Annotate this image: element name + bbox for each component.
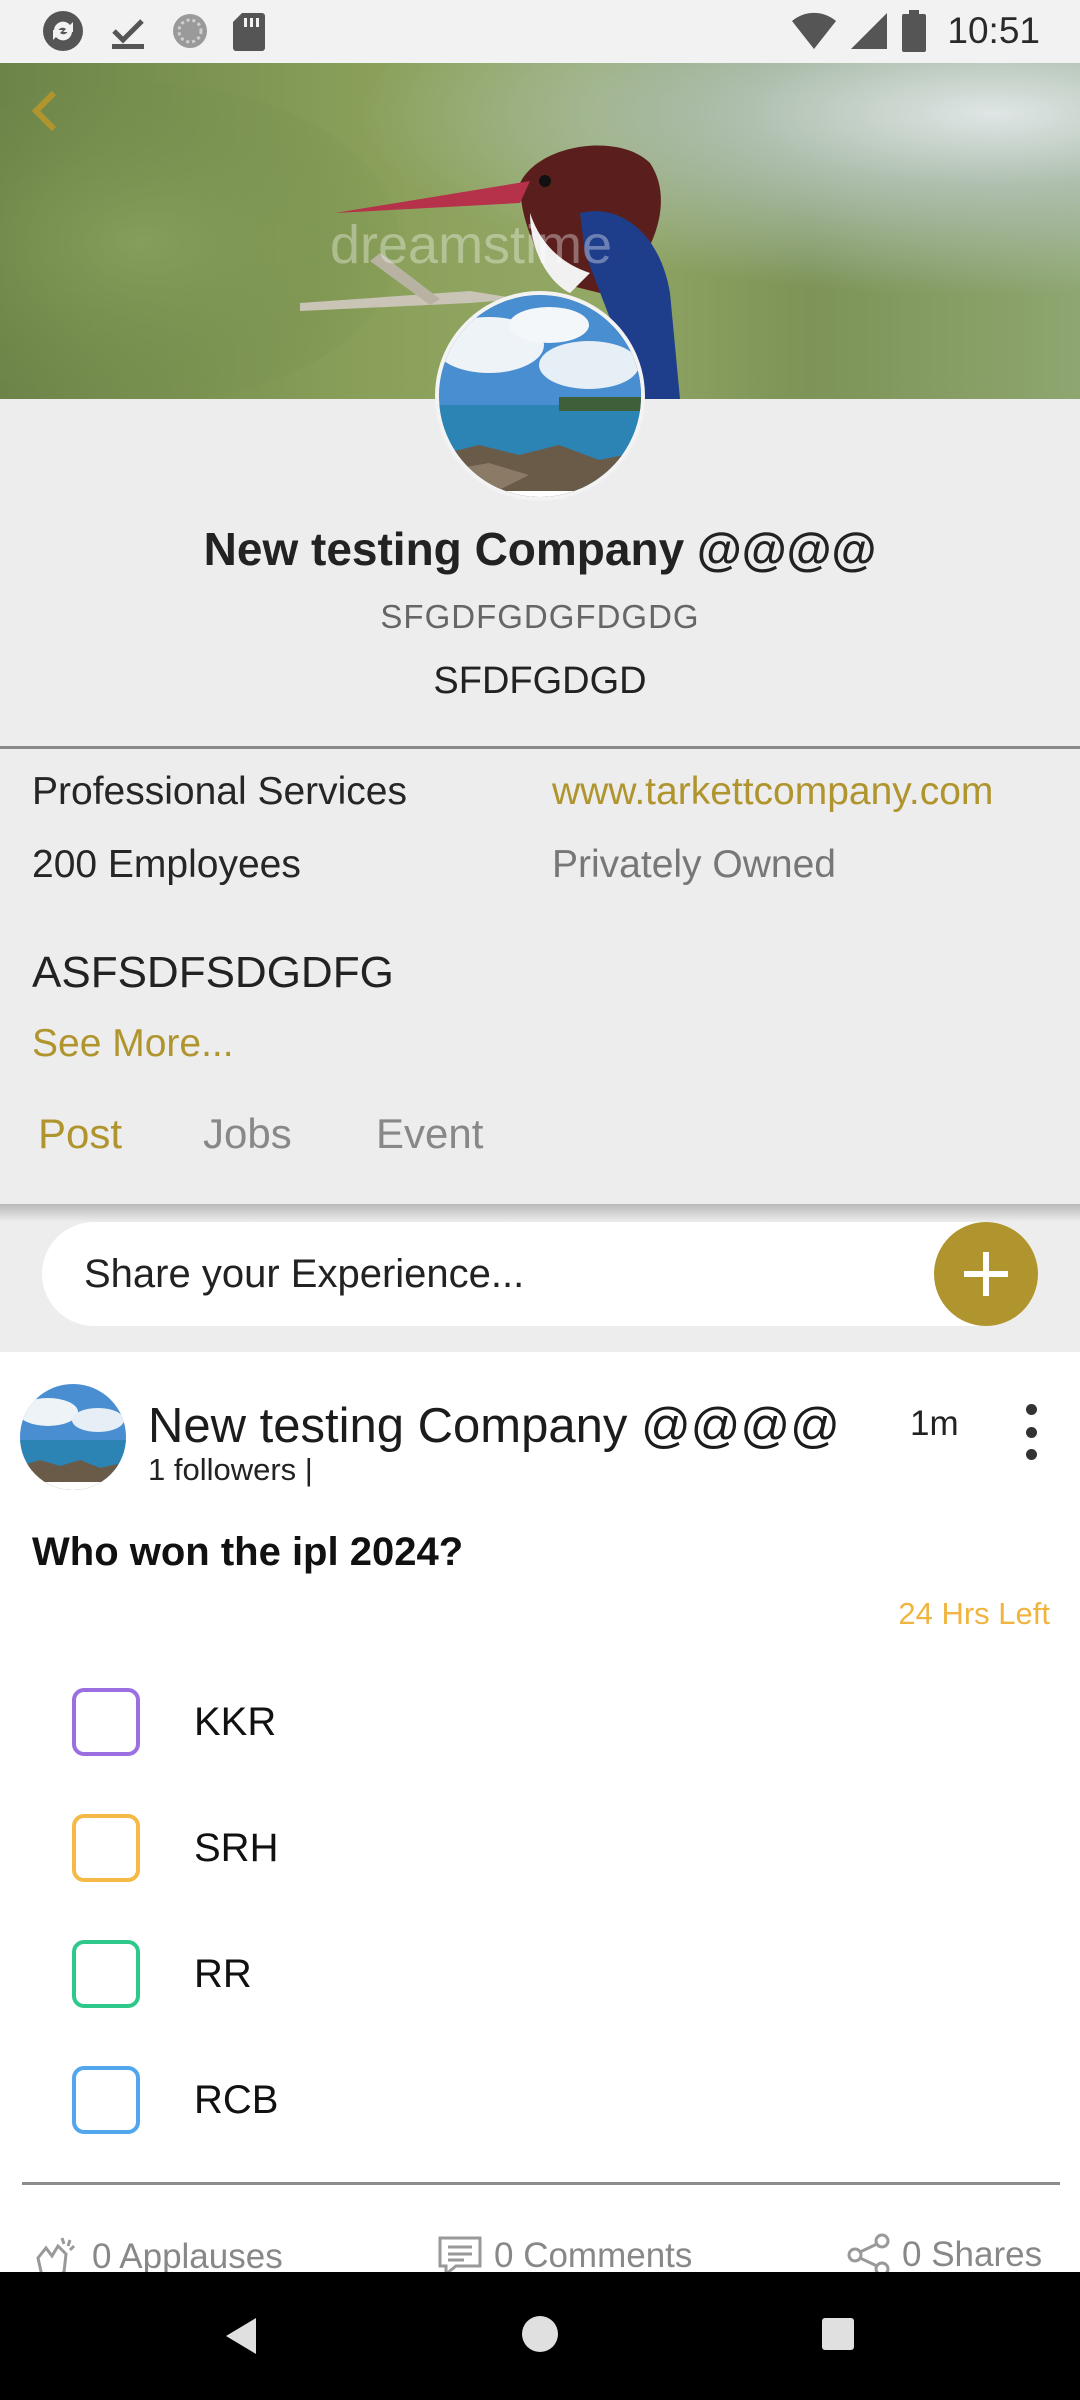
tab-bar: Post Jobs Event	[0, 1110, 1080, 1202]
poll-option-label: SRH	[194, 1826, 279, 1870]
divider	[0, 746, 1080, 749]
system-nav-bar	[0, 2272, 1080, 2400]
poll-time-left: 24 Hrs Left	[898, 1596, 1050, 1631]
poll-option[interactable]: RR	[72, 1940, 872, 2020]
poll-option-label: RCB	[194, 2078, 279, 2122]
post-followers: 1 followers |	[148, 1452, 313, 1487]
poll-option[interactable]: RCB	[72, 2066, 872, 2146]
company-avatar[interactable]	[435, 291, 645, 501]
tab-post[interactable]: Post	[38, 1110, 122, 1158]
chevron-left-icon	[31, 90, 57, 132]
poll-question: Who won the ipl 2024?	[32, 1530, 464, 1574]
checkbox-icon[interactable]	[72, 1940, 140, 2008]
tab-jobs[interactable]: Jobs	[203, 1110, 292, 1158]
checkbox-icon[interactable]	[72, 1814, 140, 1882]
applause-count: 0 Applauses	[92, 2237, 283, 2276]
poll-option[interactable]: SRH	[72, 1814, 872, 1894]
share-section: Share your Experience...	[0, 1222, 1080, 1352]
checkbox-icon[interactable]	[72, 1688, 140, 1756]
company-tagline: SFGDFGDGFDGDG	[380, 598, 700, 635]
back-button[interactable]	[14, 79, 78, 143]
post-divider	[22, 2182, 1060, 2185]
post-timestamp: 1m	[910, 1404, 959, 1443]
battery-icon	[902, 10, 927, 52]
company-employees: 200 Employees	[32, 843, 301, 886]
checkbox-icon[interactable]	[72, 2066, 140, 2134]
cell-signal-icon	[851, 13, 888, 49]
circle-dots-icon	[173, 14, 207, 48]
company-name: New testing Company @@@@	[203, 523, 877, 575]
see-more-link[interactable]: See More...	[32, 1022, 234, 1066]
post-author-avatar[interactable]	[20, 1384, 126, 1490]
more-vert-icon[interactable]	[1016, 1404, 1046, 1460]
recents-square-icon[interactable]	[822, 2318, 854, 2350]
share-placeholder: Share your Experience...	[84, 1252, 525, 1296]
poll-option-label: RR	[194, 1952, 252, 1996]
wifi-icon	[792, 12, 837, 49]
company-subtitle: SFDFGDGD	[433, 660, 647, 702]
sd-card-icon	[233, 13, 265, 51]
download-done-icon	[112, 19, 144, 49]
share-count: 0 Shares	[902, 2235, 1043, 2274]
status-time: 10:51	[947, 10, 1040, 51]
poll-option[interactable]: KKR	[72, 1688, 872, 1768]
post-card: New testing Company @@@@ 1 followers | 1…	[0, 1352, 1080, 2280]
sync-icon	[43, 11, 83, 51]
poll-option-label: KKR	[194, 1700, 277, 1744]
status-bar: 10:51	[0, 0, 1080, 63]
tab-shadow	[0, 1204, 1080, 1222]
company-about: ASFSDFSDGDFG	[32, 948, 394, 997]
home-circle-icon[interactable]	[522, 2316, 558, 2352]
tab-event[interactable]: Event	[376, 1110, 483, 1158]
watermark: dreamstime	[330, 215, 612, 275]
back-triangle-icon[interactable]	[222, 2316, 258, 2356]
company-ownership: Privately Owned	[552, 843, 836, 886]
post-author-name[interactable]: New testing Company @@@@	[148, 1398, 840, 1454]
share-input[interactable]: Share your Experience...	[42, 1222, 1038, 1326]
company-industry: Professional Services	[32, 770, 407, 813]
plus-icon	[964, 1252, 1008, 1296]
company-website-link[interactable]: www.tarkettcompany.com	[552, 770, 993, 814]
add-post-button[interactable]	[934, 1222, 1038, 1326]
comment-count: 0 Comments	[494, 2236, 693, 2275]
